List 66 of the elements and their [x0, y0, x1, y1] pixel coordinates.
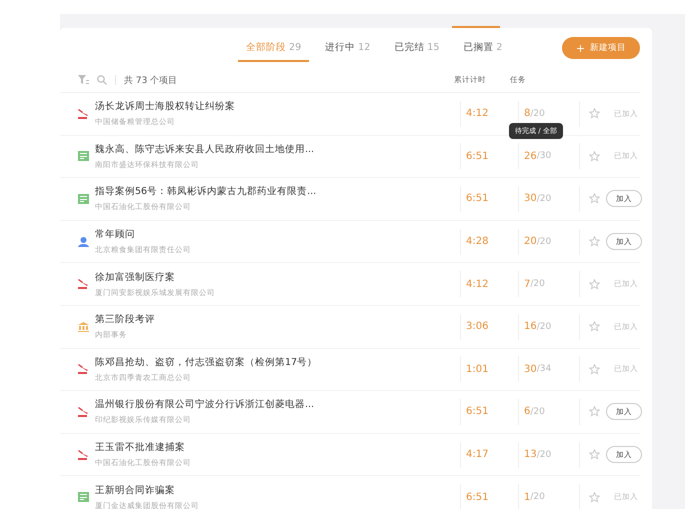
tasks-total: /20	[530, 108, 545, 119]
tasks-total: /20	[536, 236, 552, 247]
tasks-done: 30	[524, 193, 537, 204]
gavel-icon	[78, 450, 89, 460]
tasks-total: /20	[536, 194, 552, 204]
timer-value: 4:28	[460, 228, 518, 255]
star-icon[interactable]	[589, 193, 600, 204]
tasks-done: 6	[524, 406, 530, 418]
tasks-total: /30	[536, 151, 552, 162]
star-icon[interactable]	[589, 236, 600, 248]
ledger-icon	[78, 492, 89, 502]
tasks-total: /20	[530, 492, 545, 502]
tasks-total: /20	[530, 406, 545, 417]
timer-value: 6:51	[460, 484, 518, 509]
project-title[interactable]: 魏永高、陈守志诉来安县人民政府收回土地使用...	[95, 142, 460, 156]
tasks-done: 30	[524, 364, 537, 375]
project-title[interactable]: 汤长龙诉周士海股权转让纠纷案	[95, 100, 460, 114]
person-icon	[78, 236, 89, 247]
tasks-done: 13	[524, 449, 537, 460]
gavel-icon	[78, 364, 89, 374]
gavel-icon	[78, 108, 89, 119]
tasks-total: /20	[536, 450, 552, 460]
timer-value: 6:51	[460, 143, 518, 170]
project-title[interactable]: 温州银行股份有限公司宁波分行诉浙江创菱电器...	[95, 398, 460, 412]
project-title[interactable]: 指导案例56号：韩凤彬诉内蒙古九郡药业有限责...	[95, 185, 460, 198]
stage-tab[interactable]: 已完结 15	[386, 34, 448, 62]
tasks-done: 26	[524, 150, 537, 162]
project-title[interactable]: 徐加富强制医疗案	[95, 270, 460, 284]
project-count: 共 73 个项目	[124, 74, 178, 86]
tasks-done: 1	[524, 492, 530, 503]
timer-value: 3:06	[460, 314, 518, 340]
star-icon[interactable]	[589, 492, 600, 503]
timer-value: 4:12	[460, 271, 518, 298]
tasks-done: 7	[524, 278, 530, 290]
star-icon[interactable]	[589, 364, 600, 375]
project-title[interactable]: 陈邓昌抢劫、盗窃，付志强盗窃案（检例第17号）	[95, 356, 460, 369]
timer-value: 4:17	[460, 442, 518, 468]
filter-icon[interactable]	[78, 75, 89, 85]
timer-value: 6:51	[460, 186, 518, 212]
star-icon[interactable]	[589, 108, 600, 120]
stage-tab[interactable]: 进行中 12	[317, 34, 378, 62]
tasks-total: /20	[530, 279, 545, 290]
tasks-total: /34	[536, 364, 552, 374]
project-title[interactable]: 常年顾问	[95, 228, 460, 242]
tasks-done: 8	[524, 108, 530, 120]
gavel-icon	[78, 406, 89, 417]
star-icon[interactable]	[589, 321, 600, 332]
star-icon[interactable]	[589, 449, 600, 460]
tasks-done: 20	[524, 236, 537, 248]
star-icon[interactable]	[589, 406, 600, 418]
bank-icon	[78, 322, 89, 332]
star-icon[interactable]	[589, 278, 600, 290]
project-title[interactable]: 第三阶段考评	[95, 313, 460, 326]
star-icon[interactable]	[589, 150, 600, 162]
ledger-icon	[78, 194, 89, 204]
project-title[interactable]: 王新明合同诈骗案	[95, 484, 460, 497]
gavel-icon	[78, 279, 89, 290]
nav-indicator	[452, 26, 500, 28]
project-title[interactable]: 王玉雷不批准逮捕案	[95, 441, 460, 454]
search-icon[interactable]	[97, 75, 107, 85]
ledger-icon	[78, 151, 89, 162]
timer-value: 1:01	[460, 356, 518, 382]
stage-tab[interactable]: 已搁置 2	[455, 34, 510, 62]
timer-value: 6:51	[460, 398, 518, 425]
tasks-total: /20	[536, 322, 552, 332]
tasks-done: 16	[524, 321, 537, 332]
